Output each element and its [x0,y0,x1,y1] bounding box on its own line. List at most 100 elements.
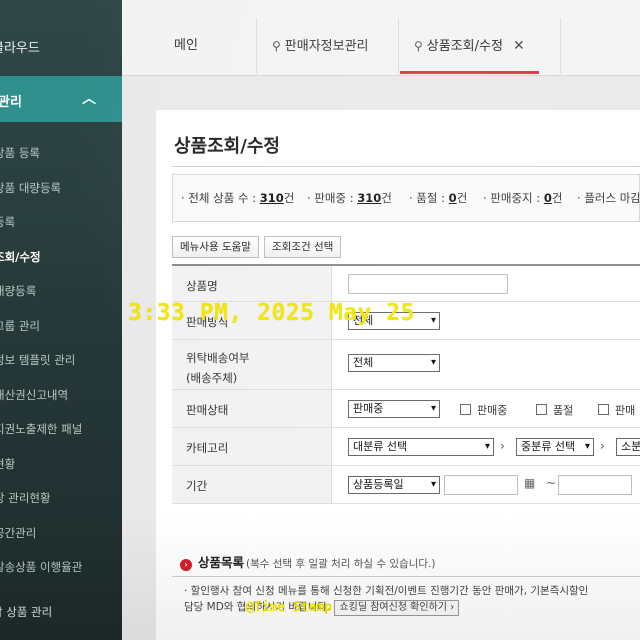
sale-status-label: 판매상태 [172,390,332,427]
shocking-deal-check-button[interactable]: 쇼킹딜 참여신청 확인하기 › [334,600,460,616]
stat-stopped: · 판매중지 : 0건 [483,191,563,205]
sidebar-item-bulk-register[interactable]: 상품 대량등록 [0,171,122,206]
notice-line-1: · 할인행사 참여 신청 메뉴를 통해 신청한 기획전/이벤트 진행기간 동안 … [184,585,589,597]
tab-product-search-edit[interactable]: ⚲ 상품조회/수정 ✕ [400,18,539,74]
tab-main[interactable]: 메인 [174,18,198,74]
chevron-right-icon: › [600,439,605,453]
category-small-select[interactable]: 소분 [616,438,640,456]
category-label: 카테고리 [172,428,332,465]
product-name-input[interactable] [348,274,508,294]
chevron-right-icon: › [500,439,505,453]
timestamp-overlay: 3:33 PM, 2025 May 25 [128,300,415,326]
sidebar-section-product-management[interactable]: 관리 ︿ [0,76,122,122]
notice-box: · 할인행사 참여 신청 메뉴를 통해 신청한 기획전/이벤트 진행기간 동안 … [172,576,640,616]
sidebar-cloud-item[interactable]: 클라우드 [0,26,122,72]
timestamp-watermark: @Time Stamp [246,600,333,615]
sidebar-item-label: 정보 템플릿 관리 [0,353,76,367]
sidebar-item-info-template[interactable]: 정보 템플릿 관리 [0,343,122,378]
checkbox-icon[interactable] [536,404,547,415]
checkbox-sale-other[interactable]: 판매 [598,402,635,418]
row-consignment: 위탁배송여부 (배송주체) 전체 [172,340,640,390]
sidebar-item-register[interactable]: 등록 [0,205,122,240]
menu-help-button[interactable]: 메뉴사용 도움말 [172,236,259,258]
sidebar: 클라우드 관리 ︿ 상품 등록 상품 대량등록 등록 조회/수정 대량등록 그룹… [0,0,122,640]
sidebar-item-label: 대량등록 [0,284,37,298]
category-large-select[interactable]: 대분류 선택 [348,438,494,456]
stat-selling: · 판매중 : 310건 [307,191,392,205]
sidebar-item-label: 상품 등록 [0,146,40,160]
consignment-select[interactable]: 전체 [348,354,440,372]
close-icon[interactable]: ✕ [513,38,525,54]
tab-label: 메인 [174,38,198,53]
product-stats-box: · 전체 상품 수 : 310건 · 판매중 : 310건 · 품절 : 0건 … [172,174,640,222]
sidebar-item-label: 공간관리 [0,525,37,540]
sidebar-item-shipping-compliance[interactable]: 발송상품 이행율관 [0,550,122,585]
start-date-input[interactable] [444,475,518,495]
row-product-name: 상품명 [172,266,640,302]
bullet-arrow-icon: › [180,559,192,571]
sidebar-item-label: 현황 [0,456,16,471]
period-label: 기간 [172,466,332,503]
sidebar-item-bulk-edit[interactable]: 대량등록 [0,274,122,309]
sidebar-item-label: 발송상품 이행율관 [0,560,83,574]
stat-total-count[interactable]: 310 [260,191,284,205]
checkbox-selling[interactable]: 판매중 [460,402,507,418]
tab-divider [398,18,399,74]
period-type-select[interactable]: 상품등록일 [348,476,440,494]
title-divider [172,166,640,167]
stat-stopped-count[interactable]: 0 [544,191,552,205]
stat-plus: · 플러스 마감 [577,191,640,205]
sidebar-item-status[interactable]: 현황 [0,447,122,482]
pin-icon[interactable]: ⚲ [272,18,281,74]
stat-selling-count[interactable]: 310 [357,191,381,205]
tilde-separator: ~ [546,476,557,490]
sidebar-section-label: 관리 [0,95,22,110]
sidebar-item-warehouse-status[interactable]: 장 관리현황 [0,481,122,516]
checkbox-icon[interactable] [598,404,609,415]
tab-label: 상품조회/수정 [426,39,503,54]
row-category: 카테고리 대분류 선택 › 중분류 선택 › 소분 [172,428,640,466]
sidebar-item-exposure-limit[interactable]: 지권노출제한 패널 [0,412,122,447]
sale-status-select[interactable]: 판매중 [348,400,440,418]
sidebar-item-label: 지권노출제한 패널 [0,422,83,436]
category-medium-select[interactable]: 중분류 선택 [516,438,594,456]
tab-bar: 메인 ⚲ 판매자정보관리 ⚲ 상품조회/수정 ✕ [122,0,640,76]
sidebar-item-combined-product[interactable]: 합 상품 관리 [0,596,122,626]
sidebar-cloud-label: 클라우드 [0,41,40,56]
product-list-title: › 상품목록 (복수 선택 후 일괄 처리 하실 수 있습니다.) [180,552,435,571]
sidebar-item-product-search-edit[interactable]: 조회/수정 [0,240,122,275]
tab-divider [560,18,561,74]
sidebar-menu: 상품 등록 상품 대량등록 등록 조회/수정 대량등록 그룹 관리 정보 템플릿… [0,136,122,585]
tab-label: 판매자정보관리 [284,39,369,54]
sidebar-item-label: 상품 대량등록 [0,180,62,195]
sidebar-item-product-register[interactable]: 상품 등록 [0,136,122,171]
sidebar-item-label: 등록 [0,215,16,229]
stat-soldout: · 품절 : 0건 [409,191,468,205]
stat-soldout-count[interactable]: 0 [449,191,457,205]
sidebar-item-ip-report[interactable]: 재산권신고내역 [0,378,122,413]
pin-icon[interactable]: ⚲ [414,18,423,74]
main-panel: 상품조회/수정 · 전체 상품 수 : 310건 · 판매중 : 310건 · … [156,110,640,640]
checkbox-icon[interactable] [460,404,471,415]
sidebar-item-label: 장 관리현황 [0,491,51,505]
calendar-icon[interactable]: ▦ [524,476,535,490]
sidebar-item-label: 합 상품 관리 [0,605,53,619]
tab-seller-info[interactable]: ⚲ 판매자정보관리 [272,18,369,74]
chevron-up-icon: ︿ [82,91,96,107]
tab-divider [256,18,257,74]
product-list-subtitle: (복수 선택 후 일괄 처리 하실 수 있습니다.) [246,558,436,570]
checkbox-soldout[interactable]: 품절 [536,402,573,418]
content-area: 상품조회/수정 · 전체 상품 수 : 310건 · 판매중 : 310건 · … [122,76,640,640]
consignment-label: 위탁배송여부 (배송주체) [172,340,332,389]
sidebar-item-label: 조회/수정 [0,249,41,264]
sidebar-item-space-management[interactable]: 공간관리 [0,516,122,551]
end-date-input[interactable] [558,475,632,495]
sidebar-item-group-management[interactable]: 그룹 관리 [0,309,122,344]
sidebar-item-label: 재산권신고내역 [0,387,69,402]
stat-total: · 전체 상품 수 : 310건 [181,191,295,205]
page-title: 상품조회/수정 [174,136,280,157]
product-name-label: 상품명 [172,266,332,301]
sidebar-item-label: 그룹 관리 [0,318,40,333]
row-period: 기간 상품등록일 ▦ ~ [172,466,640,504]
search-condition-button[interactable]: 조회조건 선택 [264,236,342,258]
